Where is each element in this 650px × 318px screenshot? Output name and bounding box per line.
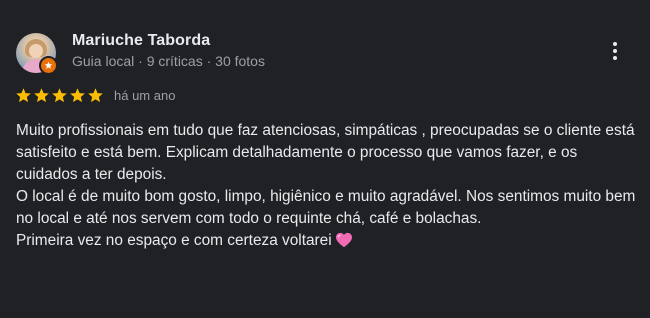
more-vert-icon[interactable] (603, 38, 627, 64)
star-icon (70, 87, 85, 102)
reviewer-meta: Guia local · 9 críticas · 30 fotos (72, 53, 265, 69)
review-time: há um ano (114, 87, 176, 103)
star-icon (16, 87, 31, 102)
review-paragraph-3: Primeira vez no espaço e com certeza vol… (16, 230, 641, 255)
reviewer-name[interactable]: Mariuche Taborda (72, 32, 210, 50)
star-icon (34, 87, 49, 102)
reviewer-avatar-wrap[interactable] (16, 33, 58, 75)
star-icon (52, 87, 67, 102)
review-text: Muito profissionais em tudo que faz aten… (16, 120, 641, 255)
rating-row: há um ano (15, 86, 175, 104)
review-paragraph-2: O local é de muito bom gosto, limpo, hig… (16, 188, 636, 227)
review-paragraph-3-text: Primeira vez no espaço e com certeza vol… (16, 232, 332, 249)
star-rating (15, 87, 104, 104)
review-paragraph-1: Muito profissionais em tudo que faz aten… (16, 122, 635, 183)
pink-heart-icon (335, 232, 353, 255)
local-guide-badge-icon (39, 56, 58, 75)
review-card: Mariuche Taborda Guia local · 9 críticas… (0, 0, 650, 318)
star-icon (88, 87, 103, 102)
